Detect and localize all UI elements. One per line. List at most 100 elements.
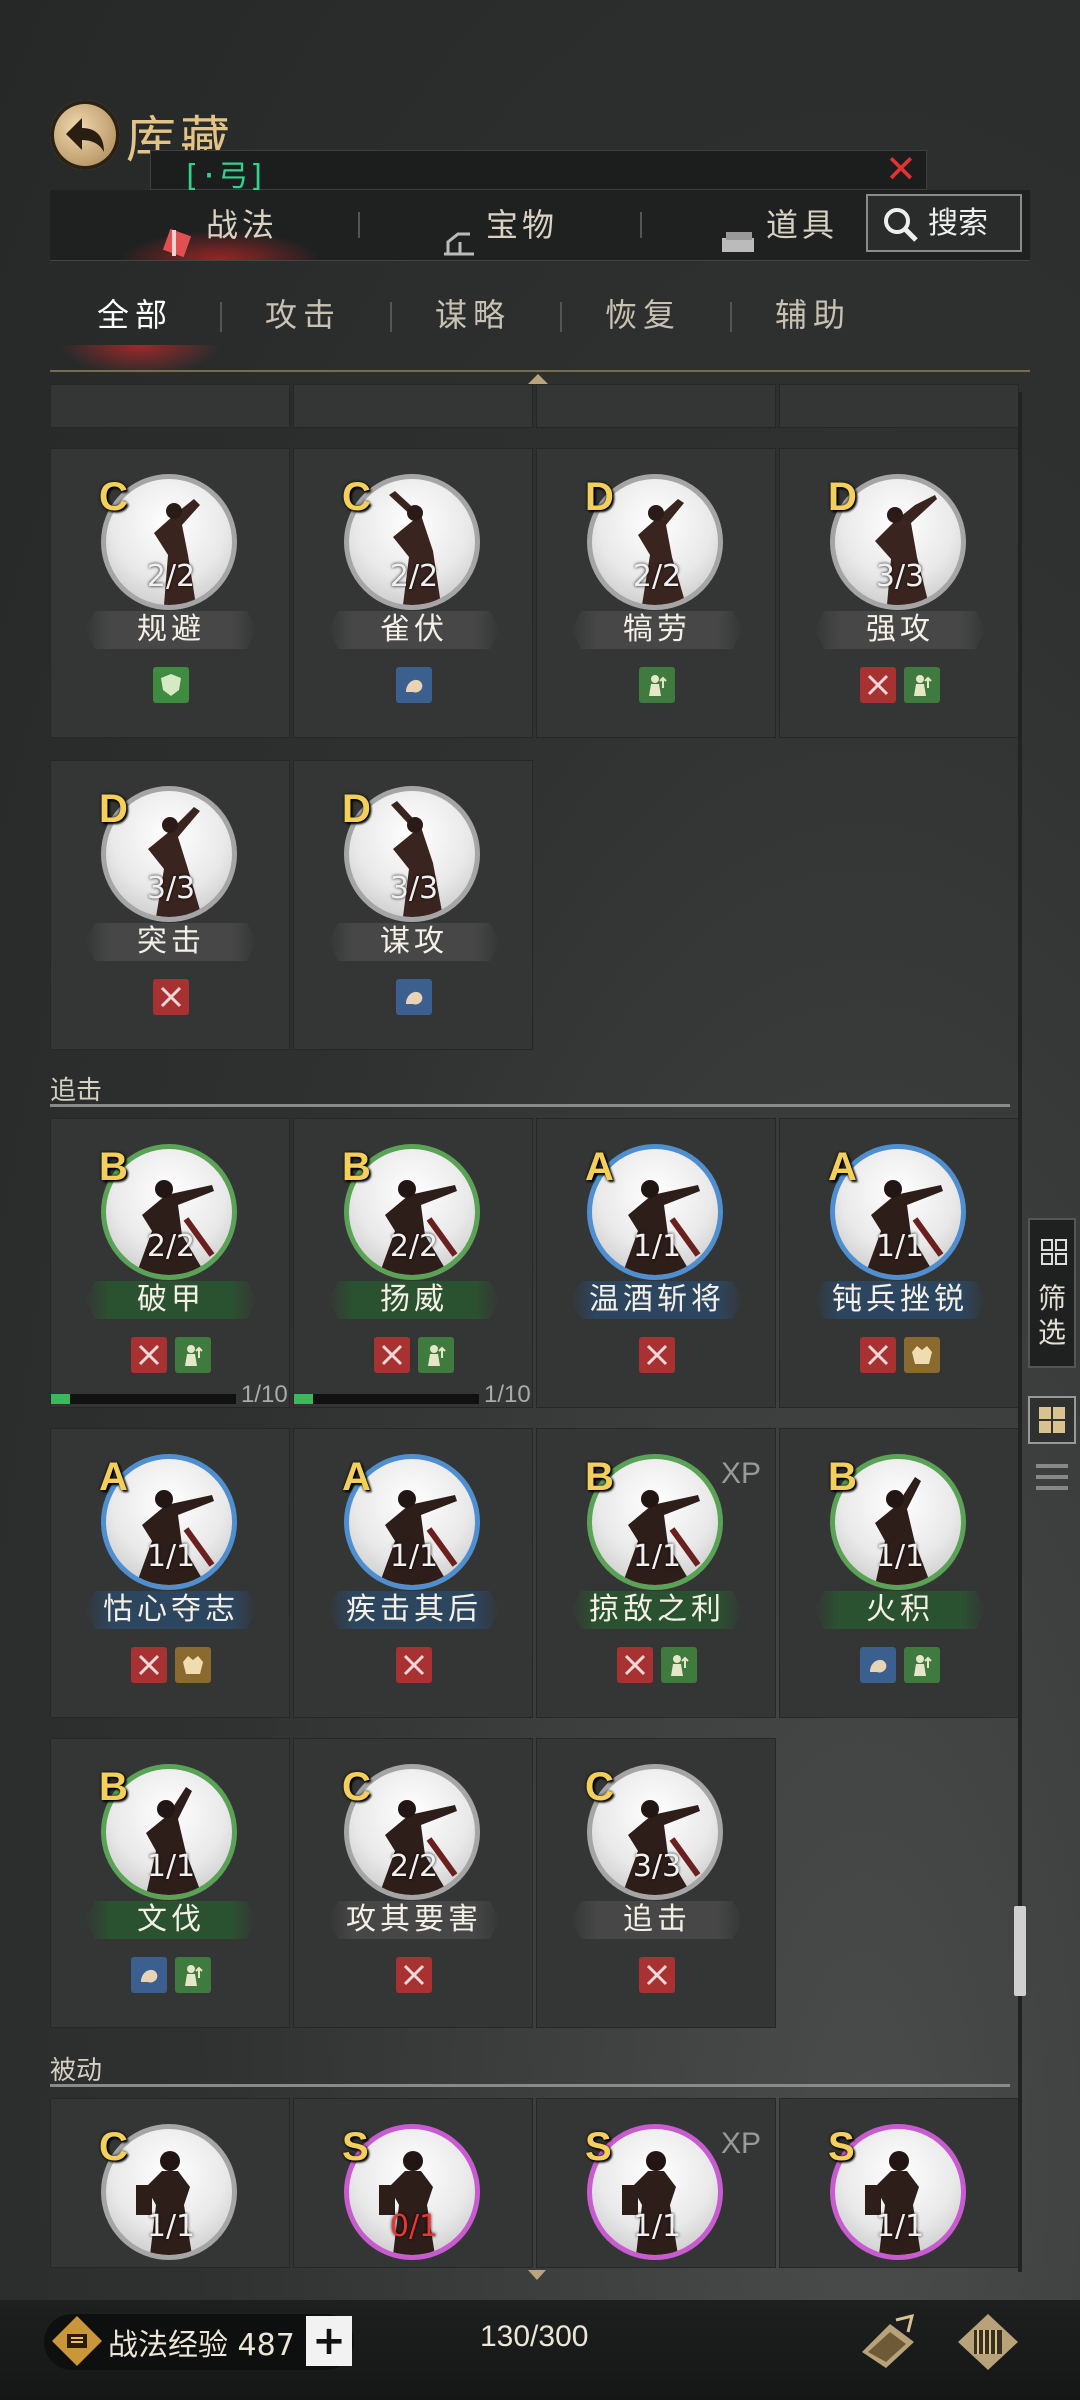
search-button[interactable]: 搜索 xyxy=(866,194,1022,252)
treasure-icon xyxy=(440,212,478,256)
skill-card[interactable]: S 1/1 xyxy=(779,2098,1019,2268)
attack-icon xyxy=(131,1337,167,1373)
subtab-attack[interactable]: 攻击 xyxy=(265,290,341,336)
attack-icon xyxy=(860,1337,896,1373)
skill-name: 扬威 xyxy=(328,1281,500,1319)
skill-count: 3/3 xyxy=(146,871,196,906)
skill-card[interactable]: S 0/1 xyxy=(293,2098,533,2268)
grade-label: D xyxy=(828,475,857,519)
skill-card[interactable]: C 2/2 攻其要害 xyxy=(293,1738,533,2028)
grid-view-button[interactable] xyxy=(1028,1396,1076,1444)
search-query-text: [·弓] xyxy=(182,159,267,194)
skill-count: 2/2 xyxy=(632,559,682,594)
scrollbar-thumb[interactable] xyxy=(1014,1906,1026,1996)
attack-icon xyxy=(131,1647,167,1683)
skill-card[interactable]: B 1/1 火积 xyxy=(779,1428,1019,1718)
tab-items-label: 道具 xyxy=(766,206,839,244)
skill-card[interactable]: S XP 1/1 xyxy=(536,2098,776,2268)
grade-label: A xyxy=(828,1145,857,1189)
tab-divider xyxy=(640,212,642,238)
skill-name: 钝兵挫锐 xyxy=(814,1281,986,1319)
subtab-all[interactable]: 全部 xyxy=(97,290,173,336)
upgrade-progress-label: 1/10 xyxy=(241,1381,288,1408)
skill-card[interactable]: C 2/2 规避 xyxy=(50,448,290,738)
filter-button[interactable]: 筛选 xyxy=(1028,1218,1076,1368)
back-button[interactable] xyxy=(50,100,120,170)
tab-items[interactable]: 道具 xyxy=(720,190,860,260)
section-divider xyxy=(50,1104,1010,1107)
tactics-icon xyxy=(160,212,198,258)
skill-card[interactable]: B 1/1 文伐 xyxy=(50,1738,290,2028)
skill-name: 温酒斩将 xyxy=(571,1281,743,1319)
skill-count: 1/1 xyxy=(875,1539,925,1574)
grade-label: B xyxy=(99,1145,128,1189)
skill-card[interactable]: A 1/1 温酒斩将 xyxy=(536,1118,776,1408)
attack-icon xyxy=(374,1337,410,1373)
skill-card[interactable]: D 3/3 突击 xyxy=(50,760,290,1050)
skill-card-partial[interactable] xyxy=(779,384,1019,428)
search-query-strip[interactable] xyxy=(150,150,927,190)
strategy-icon xyxy=(396,979,432,1015)
troop-icon xyxy=(175,1337,211,1373)
skill-card[interactable]: C 1/1 xyxy=(50,2098,290,2268)
upgrade-progress-fill xyxy=(51,1394,70,1404)
grade-label: C xyxy=(585,1765,614,1809)
skill-count: 2/2 xyxy=(146,1229,196,1264)
subtab-divider xyxy=(220,302,222,332)
tab-tactics-label: 战法 xyxy=(206,206,279,244)
skill-card[interactable]: B 2/2 破甲 1/10 xyxy=(50,1118,290,1408)
tab-tactics[interactable]: 战法 xyxy=(160,190,278,260)
skill-card[interactable]: B XP 1/1 掠敌之利 xyxy=(536,1428,776,1718)
skill-count: 3/3 xyxy=(875,559,925,594)
tactic-book-icon[interactable] xyxy=(956,2312,1020,2372)
back-arrow-icon xyxy=(66,118,104,152)
subtab-support[interactable]: 辅助 xyxy=(775,290,851,336)
grid-view-icon xyxy=(1039,1407,1065,1433)
skill-name: 规避 xyxy=(85,611,257,649)
section-divider xyxy=(50,2084,1010,2087)
xp-badge: XP xyxy=(720,1457,761,1490)
attack-icon xyxy=(617,1647,653,1683)
list-view-button[interactable] xyxy=(1036,1460,1068,1496)
grade-label: S xyxy=(585,2125,612,2169)
strategy-icon xyxy=(860,1647,896,1683)
skill-name: 谋攻 xyxy=(328,923,500,961)
skill-count: 2/2 xyxy=(389,1849,439,1884)
subtab-recovery[interactable]: 恢复 xyxy=(605,290,681,336)
grade-label: C xyxy=(99,475,128,519)
skill-count: 1/1 xyxy=(875,1229,925,1264)
subtab-strategy[interactable]: 谋略 xyxy=(435,290,511,336)
skill-name: 火积 xyxy=(814,1591,986,1629)
troop-icon xyxy=(904,667,940,703)
skill-card[interactable]: B 2/2 扬威 1/10 xyxy=(293,1118,533,1408)
skill-card[interactable]: D 3/3 强攻 xyxy=(779,448,1019,738)
grade-label: D xyxy=(99,787,128,831)
skill-card[interactable]: A 1/1 怙心夺志 xyxy=(50,1428,290,1718)
add-xp-button[interactable]: + xyxy=(306,2316,352,2366)
troop-icon xyxy=(661,1647,697,1683)
tab-divider xyxy=(358,212,360,238)
skill-card[interactable]: D 2/2 犒劳 xyxy=(536,448,776,738)
skill-card-partial[interactable] xyxy=(50,384,290,428)
capacity-count: 130/300 xyxy=(480,2320,589,2353)
skill-card-partial[interactable] xyxy=(536,384,776,428)
grade-label: B xyxy=(342,1145,371,1189)
strategy-icon xyxy=(131,1957,167,1993)
tab-treasure[interactable]: 宝物 xyxy=(440,190,558,260)
skill-name: 掠敌之利 xyxy=(571,1591,743,1629)
skill-card[interactable]: A 1/1 钝兵挫锐 xyxy=(779,1118,1019,1408)
section-title-passive: 被动 xyxy=(50,2056,103,2086)
section-title-pursuit: 追击 xyxy=(50,1076,103,1106)
skill-card-partial[interactable] xyxy=(293,384,533,428)
skill-card[interactable]: C 2/2 雀伏 xyxy=(293,448,533,738)
skill-name: 文伐 xyxy=(85,1901,257,1939)
skill-name: 怙心夺志 xyxy=(85,1591,257,1629)
skill-card[interactable]: A 1/1 疾击其后 xyxy=(293,1428,533,1718)
skill-card[interactable]: C 3/3 追击 xyxy=(536,1738,776,2028)
skill-card[interactable]: D 3/3 谋攻 xyxy=(293,760,533,1050)
grade-label: A xyxy=(342,1455,371,1499)
clear-search-icon[interactable]: ✕ xyxy=(885,150,917,188)
scroll-edit-icon[interactable] xyxy=(856,2312,920,2372)
skill-count: 3/3 xyxy=(632,1849,682,1884)
search-button-label: 搜索 xyxy=(928,206,988,241)
